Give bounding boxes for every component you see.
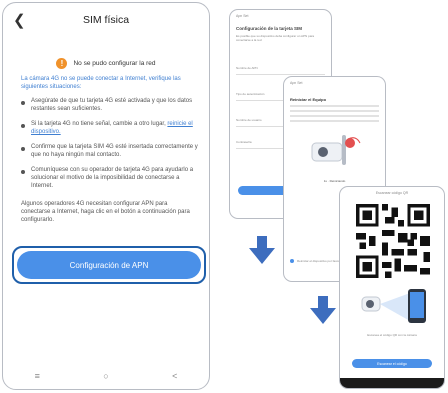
checkbox-label: Reiniciar el dispositivo por favor xyxy=(297,259,340,263)
down-arrow-icon xyxy=(310,296,336,324)
list-item: Asegúrate de que tu tarjeta 4G esté acti… xyxy=(21,97,199,113)
scan-illustration xyxy=(361,289,426,323)
field-label: Nombre de APN xyxy=(236,66,258,70)
screen-header: Escanear código QR xyxy=(375,191,409,195)
bullet-icon xyxy=(21,170,25,174)
scan-caption: Escanea el código QR con la cámara xyxy=(367,333,417,337)
screen-header: Apn Set xyxy=(236,14,249,18)
list-item-text: Si la tarjeta 4G no tiene señal, cambie … xyxy=(31,121,193,135)
menu-icon[interactable]: ≡ xyxy=(35,371,40,381)
home-icon[interactable]: ○ xyxy=(103,371,108,381)
qr-code-icon xyxy=(353,201,433,281)
screen-subtitle: Es posible que su dispositivo deba confi… xyxy=(236,34,315,42)
bullet-icon xyxy=(21,124,25,128)
system-nav-bar: ≡ ○ < xyxy=(3,363,209,389)
screen-header: Apn Set xyxy=(290,81,303,85)
down-arrow-icon xyxy=(249,236,275,264)
screen-title: Reiniciar el Equipo xyxy=(290,97,327,102)
camera-illustration xyxy=(311,135,361,165)
list-item: Confirme que la tarjeta SIM 4G esté inse… xyxy=(21,143,199,159)
warning-icon: ! xyxy=(56,58,68,69)
checkbox-icon[interactable] xyxy=(290,259,294,263)
list-item-text: Confirme que la tarjeta SIM 4G esté inse… xyxy=(31,144,198,158)
top-bar: ❮ SIM física xyxy=(3,3,209,41)
list-item: Comuníquese con su operador de tarjeta 4… xyxy=(21,166,199,190)
checklist: Asegúrate de que tu tarjeta 4G esté acti… xyxy=(21,97,199,197)
bullet-icon xyxy=(21,147,25,151)
apn-config-button[interactable]: Configuración de APN xyxy=(17,251,201,279)
list-item-text: Comuníquese con su operador de tarjeta 4… xyxy=(31,167,194,189)
field-label: Tipo de autenticación xyxy=(236,92,265,96)
apn-note: Algunos operadores 4G necesitan configur… xyxy=(21,201,190,223)
field-label: Nombre de usuario xyxy=(236,118,262,122)
warning-row: ! No se pudo configurar la red xyxy=(3,58,209,69)
scan-button[interactable]: Escanear el código xyxy=(352,359,432,368)
tutorial-collage: ❮ SIM física ! No se pudo configurar la … xyxy=(0,0,448,393)
system-nav-bar xyxy=(340,378,444,388)
page-title: SIM física xyxy=(82,14,130,26)
warning-text: No se pudo configurar la red xyxy=(73,60,156,67)
progress-caption: 1s · Reiniciando xyxy=(323,179,346,183)
list-item: Si la tarjeta 4G no tiene señal, cambie … xyxy=(21,120,199,136)
list-item-text: Asegúrate de que tu tarjeta 4G esté acti… xyxy=(31,98,193,112)
main-phone-screen: ❮ SIM física ! No se pudo configurar la … xyxy=(2,2,210,390)
screen-title: Configuración de la tarjeta SIM xyxy=(236,26,303,31)
back-icon[interactable]: < xyxy=(172,371,177,381)
bullet-icon xyxy=(21,101,25,105)
intro-text: La cámara 4G no se puede conectar a Inte… xyxy=(21,76,181,90)
confirm-row: Reiniciar el dispositivo por favor xyxy=(290,259,339,263)
qr-code-screen: Escanear código QR Escanea el código QR … xyxy=(339,186,445,389)
field-label: Contraseña xyxy=(236,140,252,144)
